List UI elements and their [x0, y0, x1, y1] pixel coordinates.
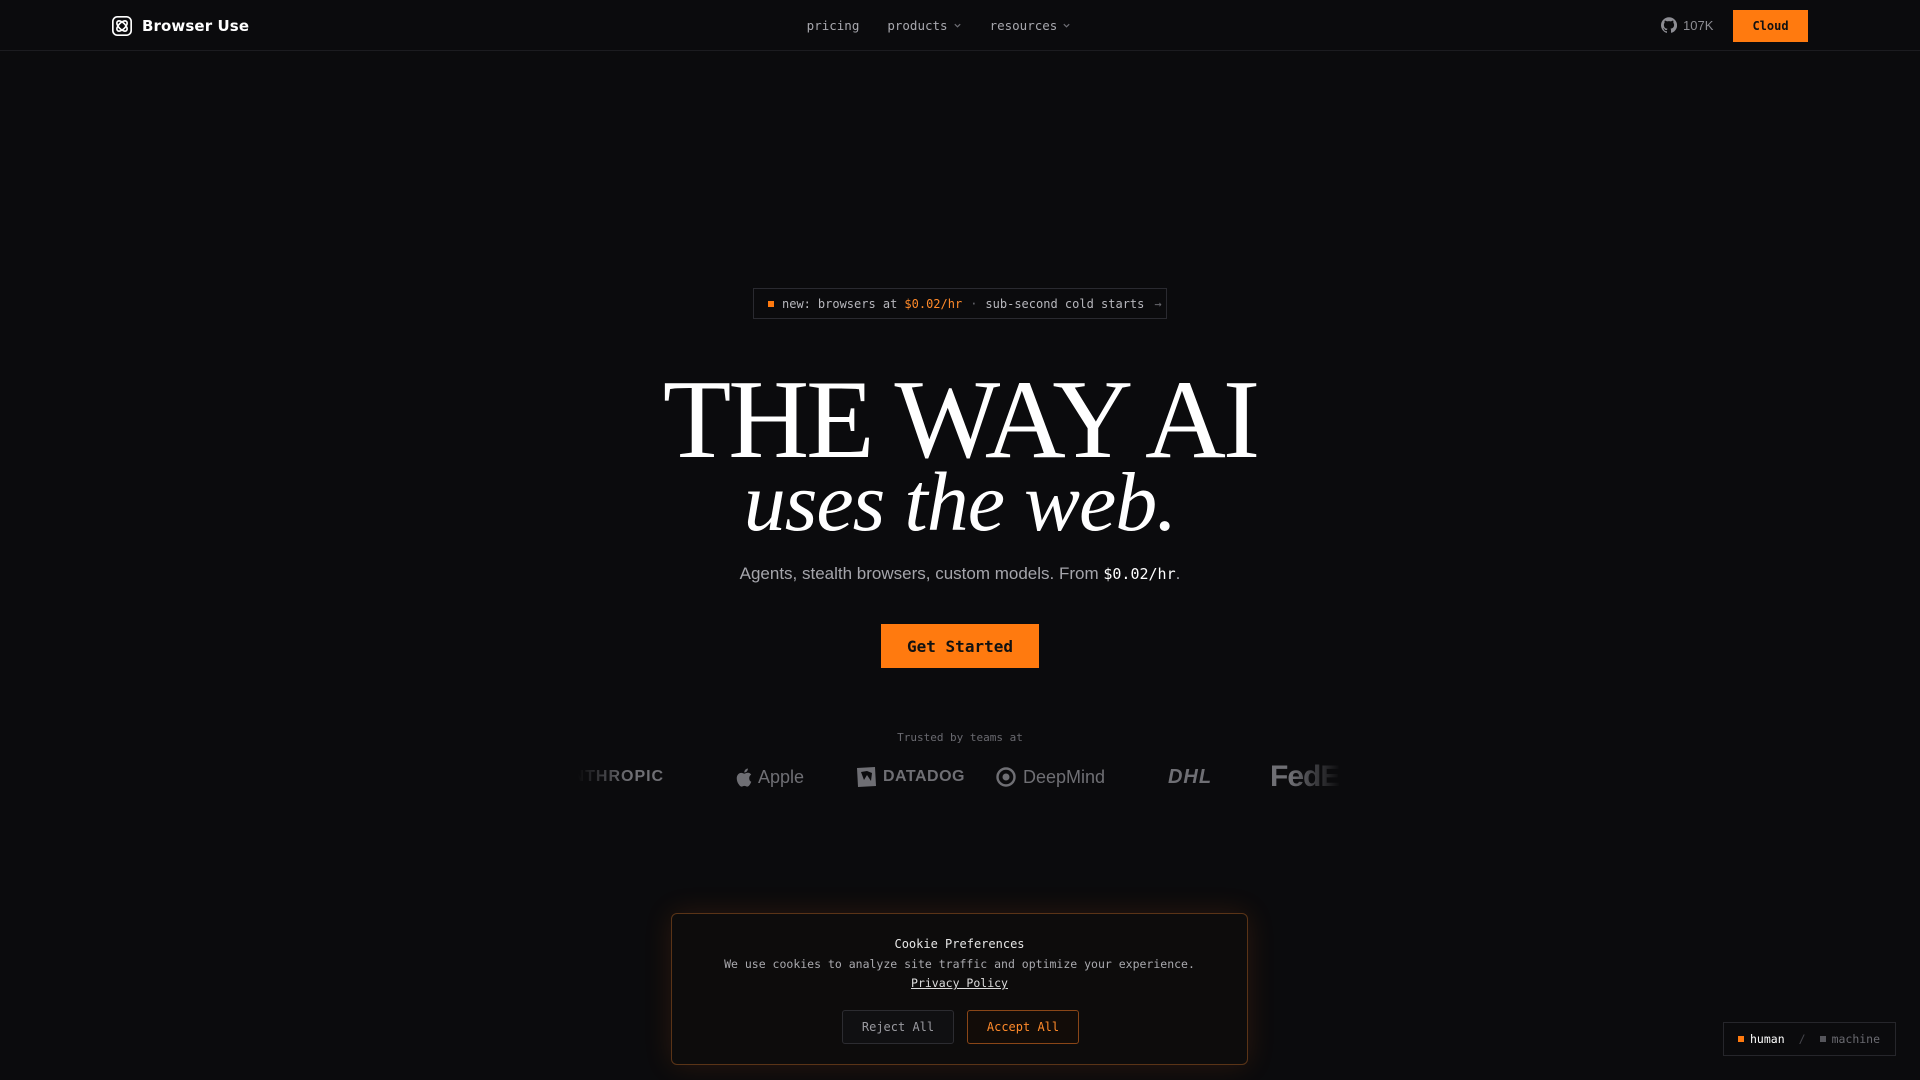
site-header: Browser Use pricing products resources 1…	[0, 0, 1920, 51]
nav-item-label: pricing	[806, 18, 860, 33]
privacy-policy-link[interactable]: Privacy Policy	[672, 976, 1247, 990]
datadog-icon	[856, 767, 876, 787]
active-dot-icon	[1738, 1036, 1744, 1042]
brand-name: Browser Use	[142, 17, 250, 35]
nav-item-resources[interactable]: resources	[990, 18, 1072, 33]
nav-item-products[interactable]: products	[887, 18, 961, 33]
github-star-count: 107K	[1683, 17, 1714, 33]
logo-text: Apple	[757, 766, 805, 787]
announcement-prefix: new:	[782, 296, 811, 311]
get-started-button[interactable]: Get Started	[881, 624, 1039, 668]
chevron-down-icon	[1063, 23, 1070, 28]
cloud-button[interactable]: Cloud	[1733, 10, 1808, 42]
deepmind-icon	[996, 767, 1016, 787]
nav-item-label: products	[887, 18, 948, 33]
brand-logo-link[interactable]: Browser Use	[111, 14, 249, 38]
apple-icon	[736, 768, 752, 787]
announcement-square-icon	[768, 300, 774, 307]
cookie-description: We use cookies to analyze site traffic a…	[724, 957, 1195, 971]
logo-datadog: DATADOG	[840, 766, 980, 788]
accept-all-button[interactable]: Accept All	[967, 1010, 1079, 1044]
hero-subtitle: uses the web.	[743, 456, 1178, 549]
mode-human-option[interactable]: human	[1738, 1032, 1785, 1046]
cookie-preferences-dialog: Cookie Preferences We use cookies to ana…	[671, 913, 1248, 1065]
logo-anthropic: ANTHROPIC	[578, 768, 700, 786]
announcement-suffix: sub-second cold starts	[985, 296, 1145, 311]
customer-logos-marquee: ANTHROPIC Apple DATADOG DeepMind DHL Fed…	[578, 757, 1340, 797]
logo-apple: Apple	[700, 767, 840, 788]
mode-machine-option[interactable]: machine	[1819, 1032, 1881, 1046]
logo-text: DHL	[1167, 765, 1213, 788]
nav-item-label: resources	[989, 18, 1058, 33]
logo-text: DATADOG	[882, 768, 965, 785]
mode-separator: /	[1798, 1032, 1806, 1046]
inactive-dot-icon	[1819, 1036, 1826, 1042]
nav-item-pricing[interactable]: pricing	[807, 18, 860, 33]
chevron-down-icon	[953, 23, 961, 28]
trusted-by-label: Trusted by teams at	[897, 731, 1023, 744]
logo-text: ANTHROPIC	[578, 768, 665, 785]
logo-text: DeepMind	[1022, 766, 1106, 787]
cookie-title: Cookie Preferences	[894, 937, 1025, 951]
announcement-price: $0.02/hr	[904, 296, 963, 311]
human-machine-toggle: human / machine	[1723, 1022, 1896, 1056]
announcement-banner[interactable]: new: browsers at $0.02/hr · sub-second c…	[753, 288, 1167, 319]
logo-fedex: FedEx	[1260, 760, 1340, 794]
tagline-end: .	[1175, 564, 1181, 583]
announcement-text: browsers at	[817, 296, 898, 311]
arrow-right-icon: →	[1154, 296, 1162, 311]
github-stars-link[interactable]: 107K	[1661, 17, 1713, 33]
tagline-text: Agents, stealth browsers, custom models.…	[739, 564, 1104, 583]
mode-label: human	[1750, 1032, 1785, 1046]
mode-label: machine	[1831, 1032, 1881, 1046]
github-icon	[1661, 17, 1677, 33]
hero-tagline: Agents, stealth browsers, custom models.…	[0, 564, 1920, 584]
reject-all-button[interactable]: Reject All	[842, 1010, 954, 1044]
logo-text: FedEx	[1270, 760, 1340, 793]
browser-use-logo-icon	[112, 16, 132, 36]
main-nav: pricing products resources	[0, 0, 1920, 51]
announcement-separator: ·	[970, 296, 978, 311]
logo-dhl: DHL	[1120, 766, 1260, 789]
logo-deepmind: DeepMind	[980, 766, 1120, 788]
tagline-price: $0.02/hr	[1103, 565, 1176, 583]
